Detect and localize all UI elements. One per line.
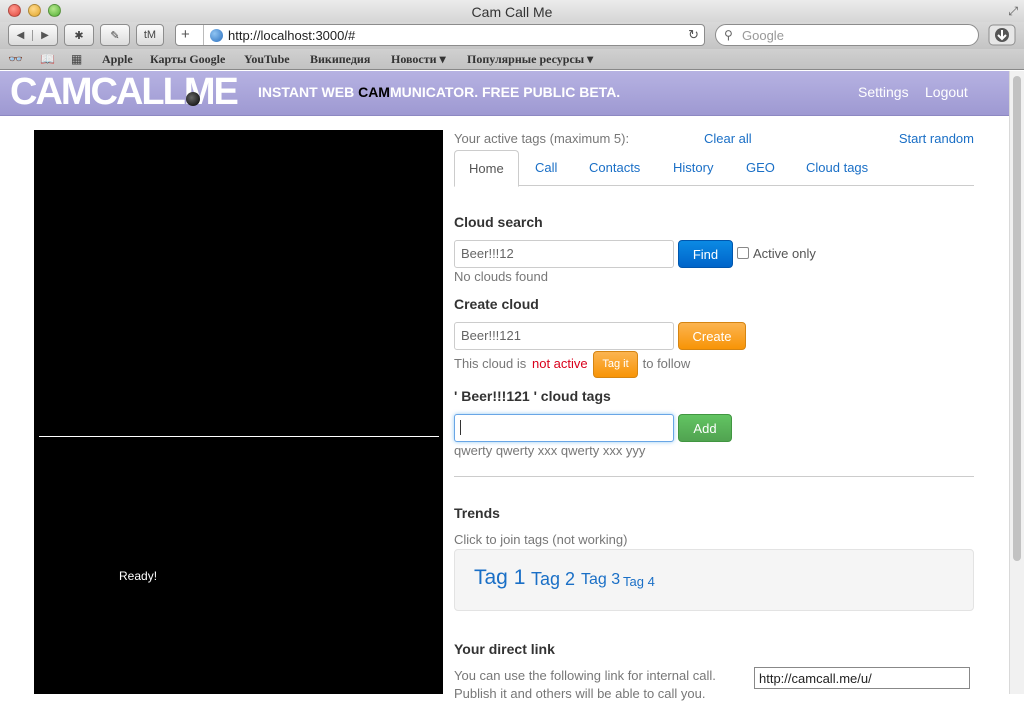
trend-tag[interactable]: Tag 1 xyxy=(474,566,525,590)
camera-ball-icon xyxy=(186,92,200,106)
trend-tag[interactable]: Tag 2 xyxy=(531,569,575,590)
cloud-status-state: not active xyxy=(532,356,588,371)
trends-tag-cloud: Tag 1 Tag 2 Tag 3 Tag 4 xyxy=(454,549,974,611)
cloud-search-title: Cloud search xyxy=(454,214,543,230)
tab-contacts[interactable]: Contacts xyxy=(589,150,640,186)
tagline-start: INSTANT WEB xyxy=(258,84,359,100)
back-forward-buttons[interactable]: ◀ ▶ xyxy=(8,24,58,46)
find-button[interactable]: Find xyxy=(678,240,733,268)
reading-list-icon[interactable]: 👓 xyxy=(8,52,23,66)
trend-tag[interactable]: Tag 3 xyxy=(581,571,620,589)
window-title: Cam Call Me xyxy=(471,4,553,20)
bookmark-wikipedia[interactable]: Википедия xyxy=(310,52,370,67)
tab-cloud-tags[interactable]: Cloud tags xyxy=(806,150,868,186)
cloud-status-prefix: This cloud is xyxy=(454,356,527,371)
create-cloud-input[interactable]: Beer!!!121 xyxy=(454,322,674,350)
bookmark-google-maps[interactable]: Карты Google xyxy=(150,52,225,67)
page-scrollbar[interactable] xyxy=(1009,71,1024,694)
address-bar-divider xyxy=(203,25,204,45)
tagline-highlight: CAM xyxy=(358,84,390,100)
back-arrow-icon[interactable]: ◀ xyxy=(9,29,34,41)
tag-it-button[interactable]: Tag it xyxy=(593,351,638,378)
tm-button[interactable]: tM xyxy=(136,24,164,46)
create-cloud-title: Create cloud xyxy=(454,296,539,312)
cloud-tags-title: ' Beer!!!121 ' cloud tags xyxy=(454,388,611,404)
window-titlebar: Cam Call Me ⤢ xyxy=(0,0,1024,22)
trends-hint: Click to join tags (not working) xyxy=(454,532,628,547)
browser-toolbar: ◀ ▶ ✱ ✎ tM + http://localhost:3000/# ↻ ⚲… xyxy=(0,22,1024,49)
search-icon: ⚲ xyxy=(724,28,733,42)
bookmark-youtube[interactable]: YouTube xyxy=(244,52,290,67)
video-status: Ready! xyxy=(119,569,158,583)
direct-link-field[interactable]: http://camcall.me/u/ xyxy=(754,667,970,689)
bug-icon: ✱ xyxy=(74,29,84,42)
active-only-checkbox[interactable] xyxy=(737,247,749,259)
url-text[interactable]: http://localhost:3000/# xyxy=(228,28,355,43)
section-divider xyxy=(454,476,974,477)
css-tool-button[interactable]: ✎ xyxy=(100,24,130,46)
cloud-tags-list: qwerty qwerty xxx qwerty xxx yyy xyxy=(454,443,646,458)
bookmark-news[interactable]: Новости ▾ xyxy=(391,52,446,67)
top-sites-grid-icon[interactable]: ▦ xyxy=(71,52,82,66)
tab-geo[interactable]: GEO xyxy=(746,150,775,186)
bookmarks-bar: 👓 📖 ▦ Apple Карты Google YouTube Википед… xyxy=(0,49,1024,70)
clear-all-link[interactable]: Clear all xyxy=(704,131,752,146)
tagline-end: MUNICATOR. FREE PUBLIC BETA. xyxy=(389,84,621,100)
settings-link[interactable]: Settings xyxy=(858,84,909,100)
logout-link[interactable]: Logout xyxy=(925,84,968,100)
fullscreen-icon[interactable]: ⤢ xyxy=(1008,4,1018,19)
tab-history[interactable]: History xyxy=(673,150,713,186)
video-area: Ready! xyxy=(34,130,443,694)
video-split-line xyxy=(39,436,439,437)
trend-tag[interactable]: Tag 4 xyxy=(623,574,655,589)
globe-icon xyxy=(210,29,223,42)
create-button[interactable]: Create xyxy=(678,322,746,350)
site-tagline: INSTANT WEB CAMMUNICATOR. FREE PUBLIC BE… xyxy=(258,84,620,100)
address-bar[interactable]: + http://localhost:3000/# ↻ xyxy=(175,24,705,46)
bookmark-popular[interactable]: Популярные ресурсы ▾ xyxy=(467,52,593,67)
active-only-label: Active only xyxy=(753,246,816,261)
active-tags-label: Your active tags (maximum 5): xyxy=(454,131,630,146)
add-button[interactable]: Add xyxy=(678,414,732,442)
search-field[interactable]: ⚲ Google xyxy=(715,24,979,46)
direct-link-description-1: You can use the following link for inter… xyxy=(454,668,716,683)
search-placeholder: Google xyxy=(742,28,784,43)
search-result-text: No clouds found xyxy=(454,269,548,284)
extension-bug-button[interactable]: ✱ xyxy=(64,24,94,46)
cloud-search-input[interactable]: Beer!!!12 xyxy=(454,240,674,268)
download-icon xyxy=(988,24,1016,46)
bookmark-apple[interactable]: Apple xyxy=(102,52,133,67)
cloud-tag-input[interactable] xyxy=(454,414,674,442)
text-caret xyxy=(460,420,461,435)
forward-arrow-icon[interactable]: ▶ xyxy=(33,30,57,41)
reload-icon[interactable]: ↻ xyxy=(688,27,699,43)
direct-link-title: Your direct link xyxy=(454,641,555,657)
add-bookmark-icon[interactable]: + xyxy=(181,26,190,43)
downloads-button[interactable] xyxy=(988,24,1016,46)
tab-home[interactable]: Home xyxy=(454,150,519,187)
start-random-link[interactable]: Start random xyxy=(899,131,974,146)
main-tabs: Home Call Contacts History GEO Cloud tag… xyxy=(454,150,974,187)
site-logo[interactable]: CAMCALLME xyxy=(10,73,239,111)
trends-title: Trends xyxy=(454,505,500,521)
pencil-icon: ✎ xyxy=(110,29,120,42)
tab-call[interactable]: Call xyxy=(535,150,557,186)
site-header: CAMCALLME INSTANT WEB CAMMUNICATOR. FREE… xyxy=(0,71,1009,116)
cloud-status-suffix: to follow xyxy=(639,356,691,371)
book-icon[interactable]: 📖 xyxy=(40,52,55,66)
scrollbar-thumb[interactable] xyxy=(1013,76,1021,561)
